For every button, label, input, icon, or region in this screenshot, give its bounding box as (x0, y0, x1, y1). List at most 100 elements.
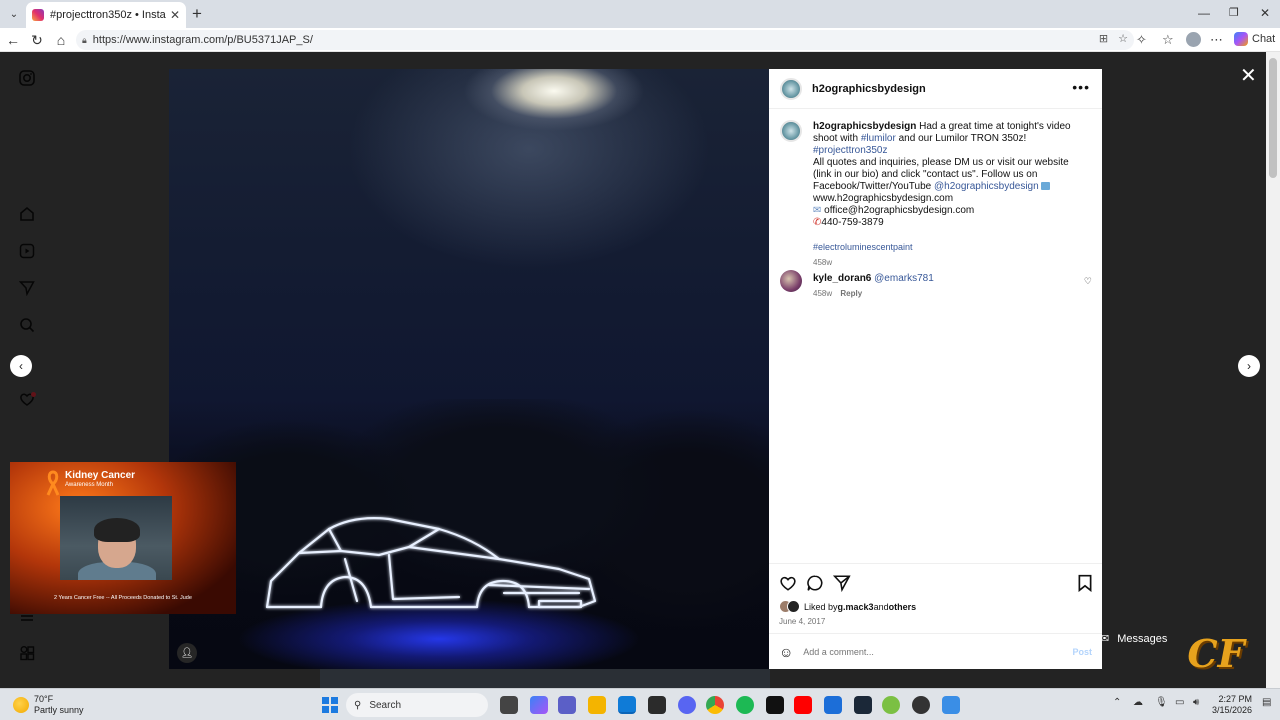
comment-bubble-icon[interactable] (806, 574, 824, 597)
next-post-arrow-icon[interactable]: › (1238, 355, 1260, 377)
comment-input[interactable] (803, 646, 1073, 657)
close-modal-icon[interactable]: ✕ (1240, 63, 1257, 88)
media-player-icon[interactable] (824, 696, 842, 714)
post-photo[interactable]: 👤︎ (169, 69, 769, 669)
microphone-icon[interactable]: 🎙︎ (1155, 697, 1168, 708)
more-menu-icon[interactable]: ⋯ (1210, 32, 1223, 48)
save-bookmark-icon[interactable] (1077, 574, 1093, 597)
app-record-icon[interactable] (912, 696, 930, 714)
tab-title: #projecttron350z • Instagram (50, 9, 166, 21)
likes-user[interactable]: g.mack3 (838, 602, 874, 612)
windows-taskbar: 70°F Partly sunny ⚲ Search ⌃ ☁︎ 🎙︎ ▭ 🔊︎ … (0, 688, 1280, 720)
copilot-icon (1234, 32, 1248, 46)
file-explorer-icon[interactable] (588, 696, 606, 714)
minimize-window-icon[interactable]: — (1198, 6, 1210, 20)
lock-icon[interactable]: 🔒︎ (82, 35, 87, 46)
obs-icon[interactable] (766, 696, 784, 714)
scrollbar-thumb[interactable] (1269, 58, 1277, 178)
onedrive-icon[interactable]: ☁︎ (1133, 697, 1143, 708)
webcam-video (60, 496, 172, 580)
caption-text-2: and our Lumilor TRON 350z! (895, 133, 1027, 144)
author-username[interactable]: h2ographicsbydesign (812, 83, 926, 95)
copilot-chat-button[interactable]: Chat (1234, 32, 1275, 46)
spotify-icon[interactable] (736, 696, 754, 714)
youtube-icon[interactable] (794, 696, 812, 714)
hashtag-projecttron350z[interactable]: #projecttron350z (813, 145, 888, 156)
comment-reply-button[interactable]: Reply (840, 289, 862, 298)
previous-post-arrow-icon[interactable]: ‹ (10, 355, 32, 377)
search-icon: ⚲ (354, 699, 362, 711)
home-icon[interactable]: ⌂ (52, 31, 70, 49)
refresh-icon[interactable]: ↻ (28, 31, 46, 49)
tagged-user-icon[interactable]: 👤︎ (177, 643, 197, 663)
teams-icon[interactable] (558, 696, 576, 714)
profile-avatar-icon[interactable] (1186, 32, 1201, 47)
caption-username[interactable]: h2ographicsbydesign (813, 121, 916, 132)
comment-age[interactable]: 458w (813, 289, 832, 298)
likes-others[interactable]: others (889, 602, 917, 612)
webcam-footer: 2 Years Cancer Free -- All Proceeds Dona… (54, 595, 192, 601)
author-avatar[interactable] (780, 78, 802, 100)
task-view-icon[interactable] (500, 696, 518, 714)
copilot-app-icon[interactable] (530, 696, 548, 714)
discord-icon[interactable] (678, 696, 696, 714)
email-emoji-icon: ✉︎ (813, 205, 822, 216)
clock-time: 2:27 PM (1218, 694, 1253, 704)
webcam-subtitle: Awareness Month (65, 482, 113, 488)
store-icon[interactable] (648, 696, 666, 714)
favorites-icon[interactable]: ☆ (1162, 32, 1174, 48)
volume-icon[interactable]: 🔊︎ (1193, 697, 1199, 708)
post-header: h2ographicsbydesign ••• (769, 69, 1102, 109)
url-text[interactable]: https://www.instagram.com/p/BU5371JAP_S/ (93, 34, 313, 46)
hashtag-electroluminescentpaint[interactable]: #electroluminescentpaint (813, 241, 1089, 253)
weather-temp[interactable]: 70°F (34, 694, 53, 704)
emoji-smiley-icon[interactable]: ☺ (779, 644, 793, 660)
mention-h2ographicsbydesign[interactable]: @h2ographicsbydesign (934, 181, 1039, 192)
comment-mention[interactable]: @emarks781 (874, 273, 934, 284)
notification-center-icon[interactable]: ▤ (1262, 697, 1271, 708)
caption-email: office@h2ographicsbydesign.com (824, 205, 975, 216)
network-icon[interactable]: ▭ (1175, 697, 1184, 708)
instagram-page: ✕ ‹ › 👤︎ h2ographicsbydesign ••• h2ograp… (0, 52, 1280, 688)
caption-age[interactable]: 458w (813, 257, 1089, 269)
new-tab-plus-icon[interactable]: + (192, 5, 202, 22)
taskbar-clock[interactable]: 2:27 PM 3/15/2026 (1212, 694, 1252, 716)
weather-sun-icon[interactable] (13, 697, 29, 713)
favorite-star-icon[interactable]: ☆ (1118, 32, 1128, 45)
messages-button[interactable]: ✉︎ Messages (1100, 632, 1167, 646)
comment-item: kyle_doran6 @emarks781 458w Reply (813, 273, 1089, 298)
more-options-icon[interactable]: ••• (1072, 79, 1090, 95)
edge-browser-icon[interactable] (618, 696, 636, 714)
close-window-icon[interactable]: ✕ (1260, 6, 1270, 20)
caption-avatar[interactable] (780, 120, 802, 142)
weather-desc[interactable]: Partly sunny (34, 705, 84, 715)
instagram-favicon-icon (32, 9, 44, 21)
extensions-icon[interactable]: ✧ (1136, 32, 1147, 48)
comment-username[interactable]: kyle_doran6 (813, 273, 871, 284)
browser-tab-active[interactable]: #projecttron350z • Instagram ✕ (26, 2, 186, 28)
app-available-icon[interactable]: ⊞ (1099, 32, 1108, 45)
tab-close-icon[interactable]: ✕ (170, 8, 180, 22)
paint-app-icon[interactable] (942, 696, 960, 714)
like-heart-icon[interactable] (779, 574, 797, 597)
tray-overflow-chevron-icon[interactable]: ⌃ (1113, 697, 1121, 708)
chrome-icon[interactable] (706, 696, 724, 714)
address-bar[interactable]: 🔒︎ https://www.instagram.com/p/BU5371JAP… (76, 30, 1134, 50)
liker-avatar[interactable] (787, 600, 800, 613)
tab-list-chevron-icon[interactable]: ⌄ (4, 4, 24, 24)
webcam-overlay: Kidney Cancer Awareness Month 2 Years Ca… (10, 462, 236, 614)
hashtag-lumilor[interactable]: #lumilor (861, 133, 896, 144)
taskbar-search[interactable]: ⚲ Search (346, 693, 488, 717)
app-w-icon[interactable] (882, 696, 900, 714)
back-arrow-icon[interactable]: ← (4, 31, 22, 49)
tron-car-illustration (265, 517, 597, 609)
page-scrollbar[interactable] (1266, 52, 1280, 688)
share-send-icon[interactable] (832, 574, 851, 597)
streamer-cf-logo: CF (1187, 631, 1245, 676)
steam-icon[interactable] (854, 696, 872, 714)
windows-start-icon[interactable] (322, 697, 338, 713)
post-comment-button[interactable]: Post (1072, 647, 1092, 657)
comment-like-heart-icon[interactable]: ♡ (1084, 276, 1092, 287)
commenter-avatar[interactable] (780, 270, 802, 292)
restore-window-icon[interactable]: ❐ (1229, 6, 1239, 19)
